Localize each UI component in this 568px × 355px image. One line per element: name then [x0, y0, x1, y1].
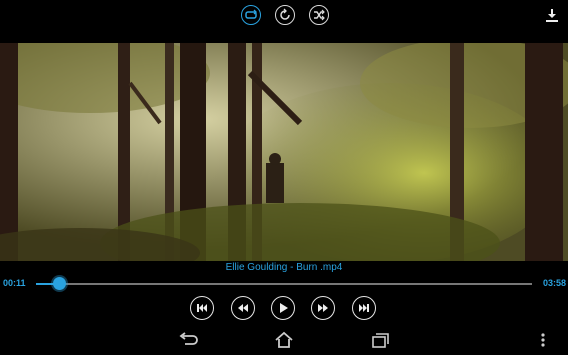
- media-title: Ellie Goulding - Burn .mp4: [225, 262, 343, 273]
- rotate-icon: [280, 8, 290, 20]
- forest-scene-image: [0, 43, 568, 261]
- playback-controls: [0, 294, 568, 324]
- forward-button[interactable]: [311, 296, 335, 320]
- fast-forward-icon: [318, 304, 328, 312]
- home-icon: [275, 331, 293, 348]
- elapsed-time: 00:11: [3, 278, 26, 288]
- rotate-button[interactable]: [275, 5, 295, 25]
- rewind-icon: [238, 304, 248, 312]
- play-icon: [280, 303, 288, 313]
- repeat-button[interactable]: [241, 5, 261, 25]
- previous-button[interactable]: [190, 296, 214, 320]
- shuffle-button[interactable]: [309, 5, 329, 25]
- video-frame[interactable]: [0, 43, 568, 261]
- download-button[interactable]: [543, 6, 561, 24]
- overflow-menu-button[interactable]: [537, 331, 549, 349]
- seek-bar[interactable]: [36, 283, 532, 285]
- rewind-button[interactable]: [231, 296, 255, 320]
- recent-apps-button[interactable]: [369, 331, 391, 349]
- recent-apps-icon: [372, 333, 389, 348]
- duration-time: 03:58: [543, 278, 567, 288]
- back-icon: [179, 332, 198, 345]
- skip-next-icon: [359, 304, 369, 312]
- back-button[interactable]: [177, 331, 199, 349]
- next-button[interactable]: [352, 296, 376, 320]
- shuffle-icon: [314, 9, 325, 21]
- system-navigation-bar: [0, 326, 568, 355]
- repeat-icon: [245, 9, 257, 19]
- seek-thumb[interactable]: [52, 277, 66, 290]
- seek-row: 00:11 03:58: [0, 276, 568, 292]
- home-button[interactable]: [273, 331, 295, 349]
- skip-previous-icon: [197, 304, 207, 312]
- play-button[interactable]: [271, 296, 295, 320]
- title-bar: Ellie Goulding - Burn .mp4: [0, 261, 568, 277]
- top-toolbar: [0, 0, 568, 30]
- download-icon: [546, 9, 558, 22]
- overflow-menu-icon: [541, 333, 545, 347]
